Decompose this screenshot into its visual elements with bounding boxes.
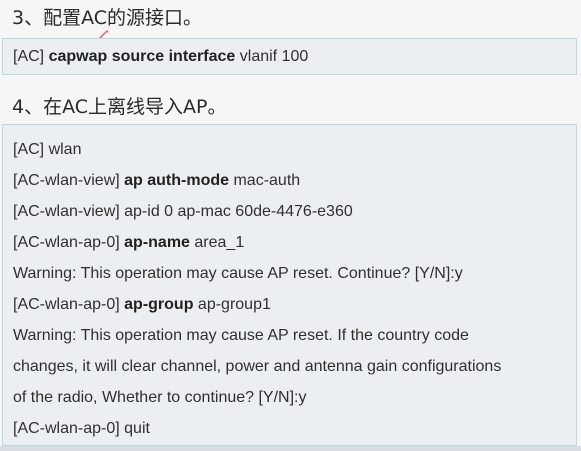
section-4-heading: 4、在AC上离线导入AP。 [12,96,227,118]
command-prefix: [AC-wlan-ap-0] [13,296,125,313]
command-prefix: of the radio, Whether to continue? [Y/N]… [13,389,307,406]
command-prefix: Warning: This operation may cause AP res… [13,327,469,344]
command-suffix: mac-auth [229,172,301,189]
warning-line: of the radio, Whether to continue? [Y/N]… [13,382,576,413]
warning-line: Warning: This operation may cause AP res… [13,320,576,351]
command-line: [AC-wlan-ap-0] ap-name area_1 [13,227,576,258]
command-prefix: changes, it will clear channel, power an… [13,358,502,375]
command-suffix: area_1 [189,234,245,251]
command-prefix: [AC-wlan-view] [13,172,125,189]
command-prefix: [AC-wlan-view] ap-id 0 ap-mac 60de-4476-… [13,203,353,220]
command-keyword: ap auth-mode [124,172,230,189]
command-prefix: Warning: This operation may cause AP res… [13,265,463,282]
command-line: [AC-wlan-view] ap-id 0 ap-mac 60de-4476-… [13,196,576,227]
command-keyword: ap-group [124,296,194,313]
command-line: [AC-wlan-ap-0] ap-group ap-group1 [13,289,576,320]
offline-ap-import-command-box: [AC] wlan [AC-wlan-view] ap auth-mode ma… [2,124,577,446]
command-line: [AC-wlan-ap-0] quit [13,413,576,444]
command-line: [AC] capwap source interface vlanif 100 [13,39,576,74]
command-line: [AC-wlan-view] ap auth-mode mac-auth [13,165,576,196]
command-prefix: [AC-wlan-ap-0] [13,234,125,251]
command-prefix: [AC-wlan-ap-0] quit [13,420,150,437]
source-interface-command-box: [AC] capwap source interface vlanif 100 [2,38,577,75]
command-suffix: vlanif 100 [235,48,309,65]
command-prefix: [AC] [13,48,49,65]
page-bottom-edge [0,446,581,451]
warning-line: Warning: This operation may cause AP res… [13,258,576,289]
command-prefix: [AC] wlan [13,141,82,158]
warning-line: changes, it will clear channel, power an… [13,351,576,382]
command-keyword: ap-name [124,234,190,251]
command-line: [AC] wlan [13,134,576,165]
section-3-heading: 3、配置AC的源接口。 [12,7,203,29]
command-keyword: capwap source interface [48,48,236,65]
command-suffix: ap-group1 [193,296,271,313]
